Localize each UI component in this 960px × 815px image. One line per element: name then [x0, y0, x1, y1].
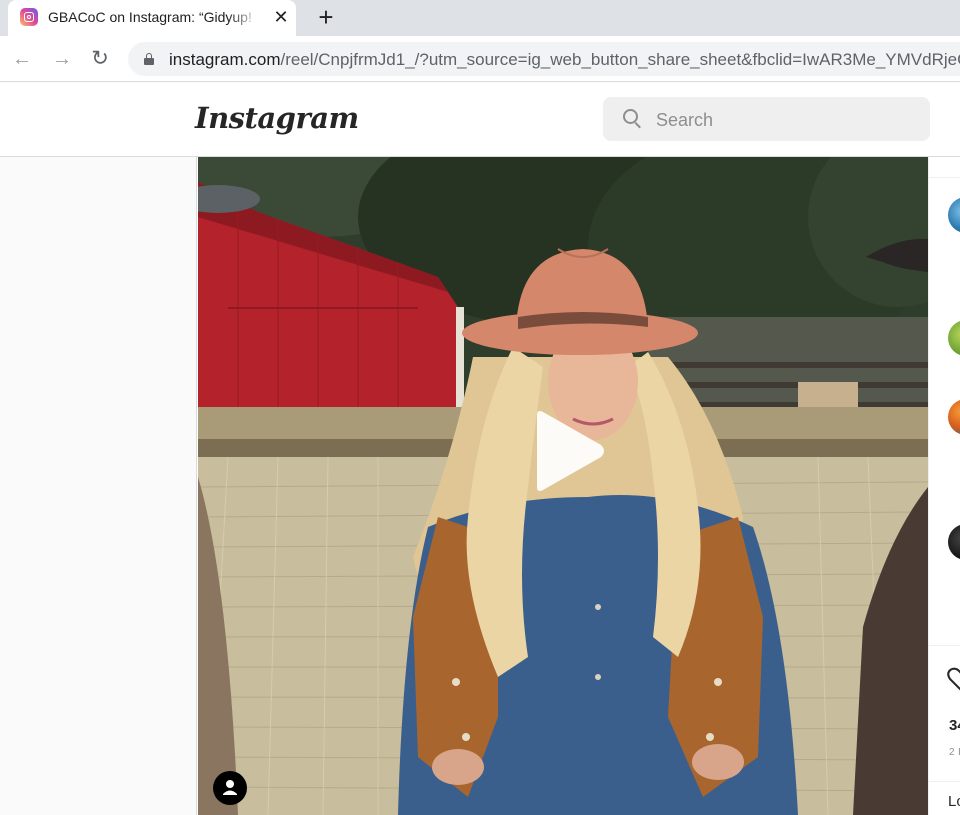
- commenter-avatar[interactable]: [948, 524, 960, 560]
- instagram-header: Instagram: [0, 83, 960, 157]
- url-host: instagram.com: [169, 50, 281, 69]
- likes-count[interactable]: 34: [949, 717, 960, 734]
- login-link[interactable]: Lo: [948, 793, 960, 810]
- reel-video[interactable]: [198, 157, 928, 815]
- divider: [929, 177, 960, 178]
- divider: [929, 645, 960, 646]
- post-date[interactable]: 2 I: [949, 747, 960, 758]
- divider: [929, 781, 960, 782]
- lock-icon[interactable]: [144, 53, 154, 65]
- forward-icon[interactable]: →: [48, 45, 76, 73]
- browser-tab-strip: GBACoC on Instagram: “Gidyup! ✕ +: [0, 0, 960, 36]
- search-icon: [623, 109, 643, 129]
- reel-post: 34 2 I Lo: [196, 157, 960, 815]
- commenter-avatar[interactable]: [948, 197, 960, 233]
- browser-toolbar: ← → ↻ instagram.com/reel/CnpjfrmJd1_/?ut…: [0, 36, 960, 82]
- url-path: /reel/CnpjfrmJd1_/?utm_source=ig_web_but…: [280, 50, 960, 69]
- browser-tab[interactable]: GBACoC on Instagram: “Gidyup! ✕: [8, 0, 296, 36]
- post-side-panel: 34 2 I Lo: [928, 157, 960, 815]
- new-tab-button[interactable]: +: [312, 4, 340, 32]
- tab-title: GBACoC on Instagram: “Gidyup!: [48, 9, 252, 25]
- url-text[interactable]: instagram.com/reel/CnpjfrmJd1_/?utm_sour…: [169, 50, 960, 70]
- commenter-avatar[interactable]: [948, 399, 960, 435]
- close-tab-icon[interactable]: ✕: [270, 6, 292, 28]
- instagram-logo[interactable]: Instagram: [195, 101, 359, 135]
- search-box[interactable]: [603, 97, 930, 141]
- commenter-avatar[interactable]: [948, 320, 960, 356]
- account-icon[interactable]: [213, 771, 247, 805]
- address-bar[interactable]: instagram.com/reel/CnpjfrmJd1_/?utm_sour…: [128, 42, 960, 76]
- search-input[interactable]: [656, 109, 916, 131]
- play-icon[interactable]: [527, 409, 607, 493]
- instagram-icon: [20, 8, 38, 26]
- main-content: 34 2 I Lo: [0, 157, 960, 815]
- reload-icon[interactable]: ↻: [86, 45, 114, 73]
- back-icon[interactable]: ←: [8, 45, 36, 73]
- heart-icon[interactable]: [947, 667, 960, 691]
